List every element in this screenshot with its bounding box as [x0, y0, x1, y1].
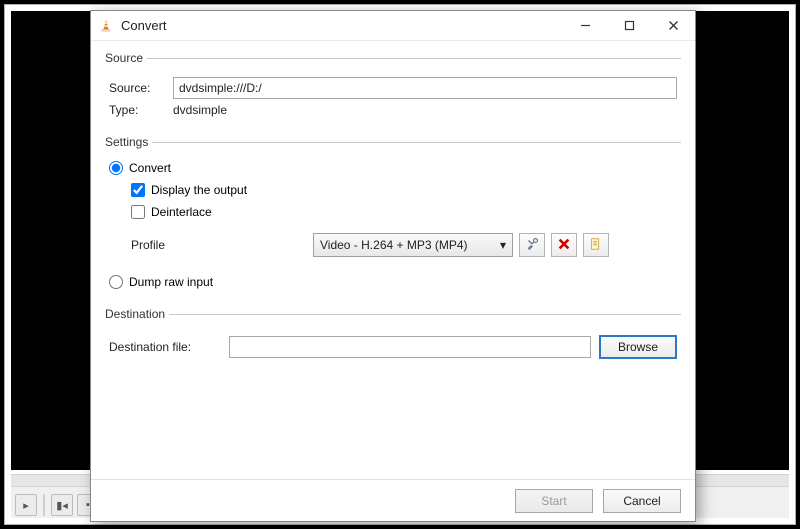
- convert-dialog: Convert Source Source: Type: dvdsimple: [90, 10, 696, 522]
- settings-legend: Settings: [105, 135, 152, 149]
- vlc-cone-icon: [99, 19, 113, 33]
- delete-profile-button[interactable]: [551, 233, 577, 257]
- profile-select-value: Video - H.264 + MP3 (MP4): [320, 238, 468, 252]
- source-group: Source Source: Type: dvdsimple: [105, 51, 681, 125]
- destination-input[interactable]: [229, 336, 591, 358]
- convert-radio-label: Convert: [129, 161, 171, 175]
- delete-icon: [557, 237, 571, 254]
- deinterlace-input[interactable]: [131, 205, 145, 219]
- start-button[interactable]: Start: [515, 489, 593, 513]
- prev-button[interactable]: ▮◂: [51, 494, 73, 516]
- display-output-input[interactable]: [131, 183, 145, 197]
- convert-radio[interactable]: Convert: [109, 161, 171, 175]
- source-input[interactable]: [173, 77, 677, 99]
- tools-icon: [525, 237, 539, 254]
- dialog-title: Convert: [121, 18, 167, 33]
- edit-profile-button[interactable]: [519, 233, 545, 257]
- destination-label: Destination file:: [109, 340, 221, 354]
- display-output-label: Display the output: [151, 183, 247, 197]
- type-value: dvdsimple: [173, 103, 227, 117]
- cancel-button[interactable]: Cancel: [603, 489, 681, 513]
- separator: [43, 494, 45, 516]
- chevron-down-icon: ▾: [500, 238, 506, 252]
- close-button[interactable]: [651, 11, 695, 41]
- dump-raw-radio-input[interactable]: [109, 275, 123, 289]
- source-label: Source:: [109, 81, 173, 95]
- deinterlace-checkbox[interactable]: Deinterlace: [131, 205, 212, 219]
- destination-legend: Destination: [105, 307, 169, 321]
- profile-label: Profile: [131, 238, 307, 252]
- play-button[interactable]: ▸: [15, 494, 37, 516]
- dump-raw-label: Dump raw input: [129, 275, 213, 289]
- dump-raw-radio[interactable]: Dump raw input: [109, 275, 213, 289]
- minimize-button[interactable]: [563, 11, 607, 41]
- source-legend: Source: [105, 51, 147, 65]
- browse-button[interactable]: Browse: [599, 335, 677, 359]
- deinterlace-label: Deinterlace: [151, 205, 212, 219]
- profile-select[interactable]: Video - H.264 + MP3 (MP4) ▾: [313, 233, 513, 257]
- dialog-footer: Start Cancel: [91, 479, 695, 521]
- new-profile-button[interactable]: [583, 233, 609, 257]
- convert-radio-input[interactable]: [109, 161, 123, 175]
- titlebar: Convert: [91, 11, 695, 41]
- display-output-checkbox[interactable]: Display the output: [131, 183, 247, 197]
- destination-group: Destination Destination file: Browse: [105, 307, 681, 367]
- maximize-button[interactable]: [607, 11, 651, 41]
- type-label: Type:: [109, 103, 173, 117]
- new-profile-icon: [589, 237, 603, 254]
- settings-group: Settings Convert Display the output Dein…: [105, 135, 681, 297]
